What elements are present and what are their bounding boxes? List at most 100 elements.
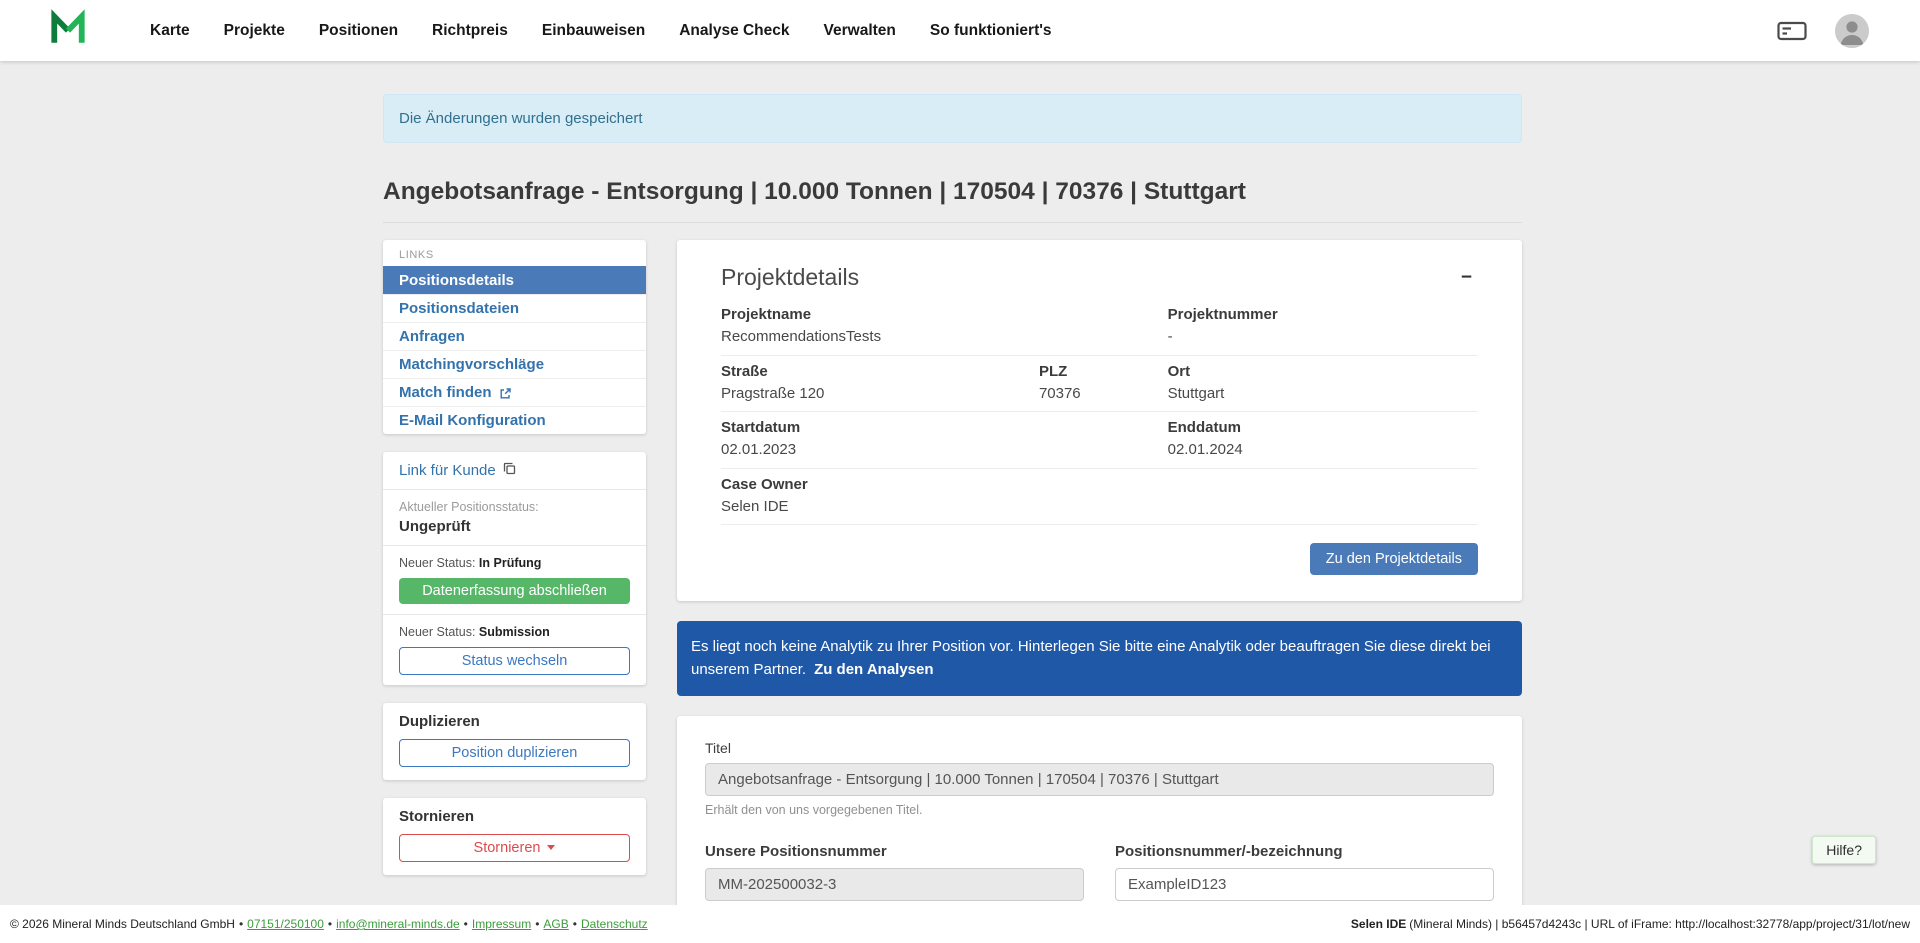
- customer-link-section: Link für Kunde: [383, 452, 646, 489]
- sidebar-item-positionsdetails[interactable]: Positionsdetails: [383, 266, 646, 294]
- next-status-section-1: Neuer Status: In Prüfung Datenerfassung …: [383, 545, 646, 614]
- chevron-down-icon: [547, 845, 555, 854]
- switch-status-button[interactable]: Status wechseln: [399, 647, 630, 675]
- card-icon[interactable]: [1777, 20, 1807, 42]
- project-card-title: Projektdetails: [721, 264, 859, 291]
- links-header: LINKS: [383, 240, 646, 266]
- finish-data-entry-button[interactable]: Datenerfassung abschließen: [399, 578, 630, 604]
- titel-input: [705, 763, 1494, 796]
- sidebar-item-match-finden[interactable]: Match finden: [383, 378, 646, 406]
- field-projektname: Projektname RecommendationsTests: [721, 306, 1168, 347]
- footer-session-info: Selen IDE (Mineral Minds) | b56457d4243c…: [1351, 917, 1910, 931]
- content-row: LINKS Positionsdetails Positionsdateien …: [383, 240, 1522, 943]
- footer-session-details: (Mineral Minds) | b56457d4243c | URL of …: [1409, 917, 1910, 931]
- customer-link-label: Link für Kunde: [399, 462, 496, 479]
- duplicate-title: Duplizieren: [399, 713, 630, 730]
- brand-logo[interactable]: [49, 9, 87, 52]
- next-status-section-2: Neuer Status: Submission Status wechseln: [383, 614, 646, 685]
- project-card-header: Projektdetails −: [721, 264, 1478, 291]
- help-button[interactable]: Hilfe?: [1812, 836, 1876, 864]
- current-status-label: Aktueller Positionsstatus:: [399, 500, 630, 514]
- footer-left: © 2026 Mineral Minds Deutschland GmbH • …: [10, 917, 648, 931]
- our-number-label: Unsere Positionsnummer: [705, 843, 1084, 860]
- collapse-button[interactable]: −: [1455, 264, 1478, 291]
- next-status-line: Neuer Status: In Prüfung: [399, 556, 630, 570]
- nav-item-projekte[interactable]: Projekte: [207, 12, 302, 50]
- next-status-label: Neuer Status:: [399, 625, 475, 639]
- field-label: Startdatum: [721, 419, 1168, 438]
- sidebar-item-email-konfiguration[interactable]: E-Mail Konfiguration: [383, 406, 646, 434]
- nav-item-verwalten[interactable]: Verwalten: [807, 12, 913, 50]
- next-status-label: Neuer Status:: [399, 556, 475, 570]
- go-to-project-details-button[interactable]: Zu den Projektdetails: [1310, 543, 1478, 575]
- our-number-input: [705, 868, 1084, 901]
- sidebar: LINKS Positionsdetails Positionsdateien …: [383, 240, 646, 875]
- project-row: Startdatum 02.01.2023 Enddatum 02.01.202…: [721, 412, 1478, 469]
- analytics-link[interactable]: Zu den Analysen: [814, 661, 933, 678]
- footer-link-impressum[interactable]: Impressum: [472, 917, 531, 931]
- footer-link-phone[interactable]: 07151/250100: [247, 917, 324, 931]
- mineral-minds-logo-icon: [49, 9, 87, 52]
- sidebar-item-anfragen[interactable]: Anfragen: [383, 322, 646, 350]
- sidebar-item-label: Anfragen: [399, 328, 465, 345]
- nav-item-karte[interactable]: Karte: [133, 12, 207, 50]
- copy-icon: [503, 462, 516, 479]
- status-card: Link für Kunde Aktueller Positionsstatus…: [383, 452, 646, 685]
- separator: •: [239, 917, 243, 931]
- sidebar-item-positionsdateien[interactable]: Positionsdateien: [383, 294, 646, 322]
- pos-number-label: Positionsnummer/-bezeichnung: [1115, 843, 1494, 860]
- project-row: Projektname RecommendationsTests Projekt…: [721, 299, 1478, 356]
- field-value: 02.01.2024: [1168, 441, 1478, 460]
- main-navigation: Karte Projekte Positionen Richtpreis Ein…: [133, 12, 1069, 50]
- external-link-icon: [499, 387, 512, 400]
- nav-item-positionen[interactable]: Positionen: [302, 12, 415, 50]
- separator: •: [535, 917, 539, 931]
- field-label: Straße: [721, 363, 1039, 382]
- pos-number-input[interactable]: [1115, 868, 1494, 901]
- next-status-value: In Prüfung: [479, 556, 542, 570]
- cancel-dropdown-button[interactable]: Stornieren: [399, 834, 630, 862]
- next-status-line: Neuer Status: Submission: [399, 625, 630, 639]
- project-row: Case Owner Selen IDE: [721, 469, 1478, 526]
- cancel-title: Stornieren: [399, 808, 630, 825]
- customer-link[interactable]: Link für Kunde: [399, 462, 630, 479]
- user-avatar[interactable]: [1835, 14, 1869, 48]
- field-enddatum: Enddatum 02.01.2024: [1168, 419, 1478, 460]
- sidebar-item-label: Positionsdateien: [399, 300, 519, 317]
- field-label: Projektnummer: [1168, 306, 1478, 325]
- links-card: LINKS Positionsdetails Positionsdateien …: [383, 240, 646, 434]
- cancel-card: Stornieren Stornieren: [383, 798, 646, 875]
- footer-copyright: © 2026 Mineral Minds Deutschland GmbH: [10, 917, 235, 931]
- separator: •: [573, 917, 577, 931]
- titel-help: Erhält den von uns vorgegebenen Titel.: [705, 803, 1494, 817]
- nav-item-einbauweisen[interactable]: Einbauweisen: [525, 12, 662, 50]
- success-alert: Die Änderungen wurden gespeichert: [383, 94, 1522, 143]
- footer-link-email[interactable]: info@mineral-minds.de: [336, 917, 460, 931]
- project-details-card: Projektdetails − Projektname Recommendat…: [677, 240, 1522, 601]
- analytics-banner-text: Es liegt noch keine Analytik zu Ihrer Po…: [691, 638, 1491, 678]
- separator: •: [328, 917, 332, 931]
- field-label: Enddatum: [1168, 419, 1478, 438]
- field-label: Case Owner: [721, 476, 1168, 495]
- duplicate-card: Duplizieren Position duplizieren: [383, 703, 646, 780]
- cancel-button-label: Stornieren: [474, 840, 541, 856]
- field-ort: Ort Stuttgart: [1168, 363, 1478, 404]
- page-title: Angebotsanfrage - Entsorgung | 10.000 To…: [383, 177, 1522, 223]
- field-label: PLZ: [1039, 363, 1168, 382]
- duplicate-position-button[interactable]: Position duplizieren: [399, 739, 630, 767]
- nav-item-analyse-check[interactable]: Analyse Check: [662, 12, 806, 50]
- field-value: Selen IDE: [721, 498, 1168, 517]
- next-status-value: Submission: [479, 625, 550, 639]
- project-row: Straße Pragstraße 120 PLZ 70376 Ort Stut…: [721, 356, 1478, 413]
- sidebar-item-label: E-Mail Konfiguration: [399, 412, 546, 429]
- field-strasse: Straße Pragstraße 120: [721, 363, 1039, 404]
- field-startdatum: Startdatum 02.01.2023: [721, 419, 1168, 460]
- nav-item-so-funktionierts[interactable]: So funktioniert's: [913, 12, 1069, 50]
- field-label: Projektname: [721, 306, 1168, 325]
- current-status-value: Ungeprüft: [399, 518, 630, 535]
- footer-link-agb[interactable]: AGB: [543, 917, 568, 931]
- footer-link-datenschutz[interactable]: Datenschutz: [581, 917, 648, 931]
- sidebar-item-matchingvorschlaege[interactable]: Matchingvorschläge: [383, 350, 646, 378]
- nav-item-richtpreis[interactable]: Richtpreis: [415, 12, 525, 50]
- field-value: Pragstraße 120: [721, 385, 1039, 404]
